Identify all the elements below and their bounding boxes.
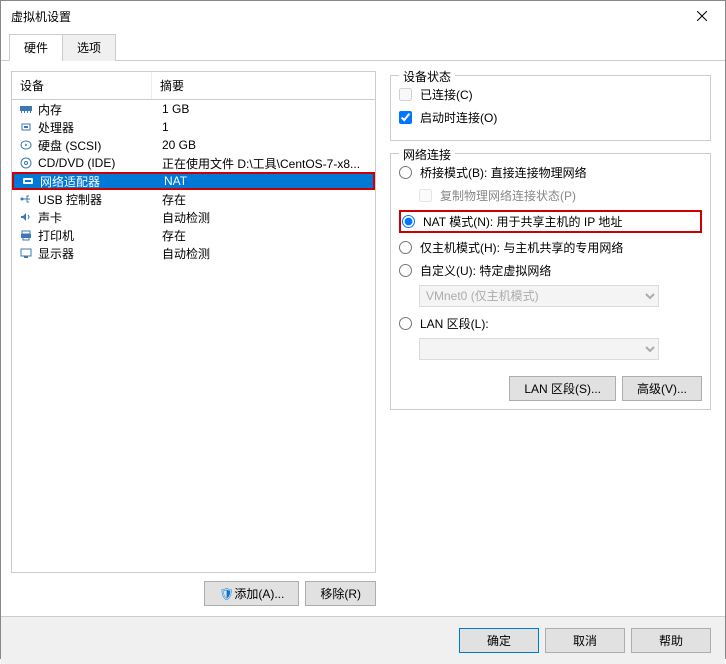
window-title: 虚拟机设置 — [11, 8, 71, 25]
device-summary: 存在 — [162, 191, 369, 208]
cd-icon — [18, 156, 34, 170]
remove-button[interactable]: 移除(R) — [305, 581, 376, 606]
device-row[interactable]: 打印机存在 — [12, 226, 375, 244]
tab-bar: 硬件 选项 — [1, 33, 725, 61]
device-list: 设备 摘要 内存1 GB处理器1硬盘 (SCSI)20 GBCD/DVD (ID… — [11, 71, 376, 573]
device-row[interactable]: 声卡自动检测 — [12, 208, 375, 226]
list-header: 设备 摘要 — [12, 72, 375, 100]
shield-icon: 🛡 — [219, 587, 234, 601]
device-status-group: 设备状态 已连接(C) 启动时连接(O) — [390, 75, 711, 141]
usb-icon — [18, 192, 34, 206]
display-icon — [18, 246, 34, 260]
device-row[interactable]: 显示器自动检测 — [12, 244, 375, 262]
add-button[interactable]: 🛡添加(A)... — [204, 581, 299, 606]
device-name: USB 控制器 — [38, 191, 162, 208]
device-name: 处理器 — [38, 119, 162, 136]
device-summary: 正在使用文件 D:\工具\CentOS-7-x8... — [162, 155, 369, 172]
net-icon — [20, 174, 36, 188]
device-row[interactable]: 硬盘 (SCSI)20 GB — [12, 136, 375, 154]
device-summary: NAT — [164, 174, 367, 188]
device-summary: 1 GB — [162, 102, 369, 116]
cancel-button[interactable]: 取消 — [545, 628, 625, 653]
vmnet-select: VMnet0 (仅主机模式) — [419, 285, 659, 307]
device-name: 打印机 — [38, 227, 162, 244]
tab-options[interactable]: 选项 — [62, 34, 116, 61]
lan-segment-select — [419, 338, 659, 360]
cpu-icon — [18, 120, 34, 134]
lan-segments-button[interactable]: LAN 区段(S)... — [509, 376, 616, 401]
device-name: 显示器 — [38, 245, 162, 262]
bridged-radio[interactable]: 桥接模式(B): 直接连接物理网络 — [399, 164, 702, 181]
tab-hardware[interactable]: 硬件 — [9, 34, 63, 61]
dialog-footer: 确定 取消 帮助 — [1, 616, 725, 664]
sound-icon — [18, 210, 34, 224]
poweron-checkbox[interactable]: 启动时连接(O) — [399, 109, 702, 126]
device-row[interactable]: CD/DVD (IDE)正在使用文件 D:\工具\CentOS-7-x8... — [12, 154, 375, 172]
advanced-button[interactable]: 高级(V)... — [622, 376, 702, 401]
close-button[interactable] — [679, 1, 725, 31]
device-name: CD/DVD (IDE) — [38, 156, 162, 170]
hostonly-radio[interactable]: 仅主机模式(H): 与主机共享的专用网络 — [399, 239, 702, 256]
lan-segment-radio[interactable]: LAN 区段(L): — [399, 315, 702, 332]
nat-radio[interactable]: NAT 模式(N): 用于共享主机的 IP 地址 — [399, 210, 702, 233]
replicate-checkbox: 复制物理网络连接状态(P) — [419, 187, 702, 204]
header-device[interactable]: 设备 — [12, 72, 152, 99]
help-button[interactable]: 帮助 — [631, 628, 711, 653]
device-row[interactable]: 处理器1 — [12, 118, 375, 136]
device-summary: 20 GB — [162, 138, 369, 152]
disk-icon — [18, 138, 34, 152]
device-name: 内存 — [38, 101, 162, 118]
network-legend: 网络连接 — [399, 146, 455, 163]
printer-icon — [18, 228, 34, 242]
memory-icon — [18, 102, 34, 116]
custom-radio[interactable]: 自定义(U): 特定虚拟网络 — [399, 262, 702, 279]
header-summary[interactable]: 摘要 — [152, 72, 375, 99]
device-summary: 自动检测 — [162, 209, 369, 226]
device-name: 网络适配器 — [40, 173, 164, 190]
ok-button[interactable]: 确定 — [459, 628, 539, 653]
device-row[interactable]: 内存1 GB — [12, 100, 375, 118]
device-summary: 1 — [162, 120, 369, 134]
network-connection-group: 网络连接 桥接模式(B): 直接连接物理网络 复制物理网络连接状态(P) NAT… — [390, 153, 711, 410]
device-summary: 存在 — [162, 227, 369, 244]
device-row[interactable]: 网络适配器NAT — [12, 172, 375, 190]
device-name: 硬盘 (SCSI) — [38, 137, 162, 154]
device-row[interactable]: USB 控制器存在 — [12, 190, 375, 208]
connected-checkbox[interactable]: 已连接(C) — [399, 86, 702, 103]
device-name: 声卡 — [38, 209, 162, 226]
status-legend: 设备状态 — [399, 68, 455, 85]
device-summary: 自动检测 — [162, 245, 369, 262]
